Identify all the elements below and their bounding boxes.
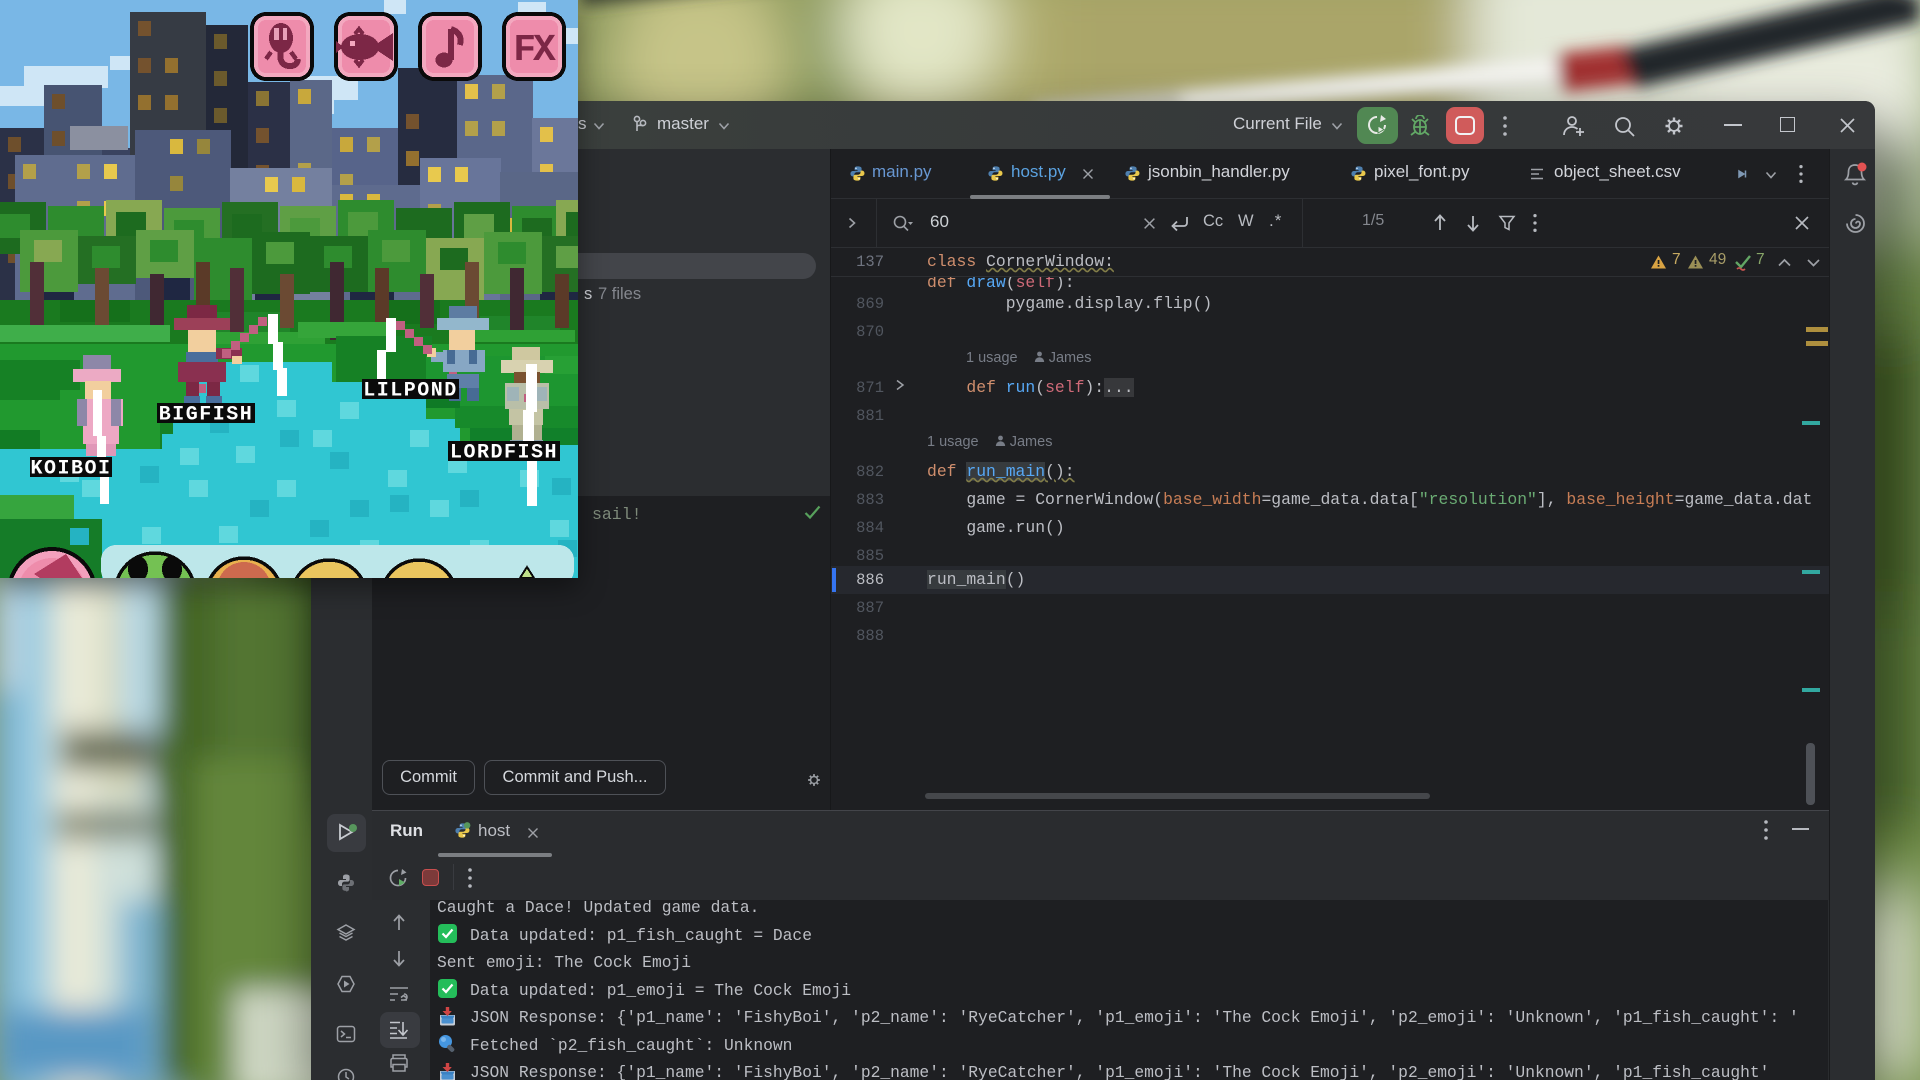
svg-text:LILPOND: LILPOND xyxy=(363,380,458,403)
svg-text:FX: FX xyxy=(513,29,556,72)
svg-text:LORDFISH: LORDFISH xyxy=(450,442,558,465)
svg-text:KOIBOI: KOIBOI xyxy=(30,458,111,481)
svg-text:BIGFISH: BIGFISH xyxy=(159,404,254,427)
